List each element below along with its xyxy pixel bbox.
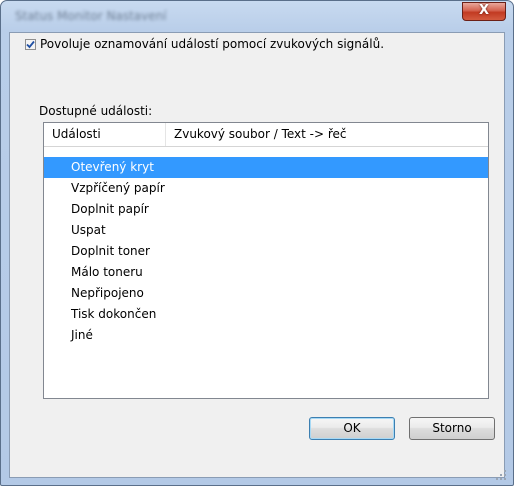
list-item[interactable]: Vzpříčený papír <box>44 178 488 199</box>
column-header-sound[interactable]: Zvukový soubor / Text -> řeč <box>166 123 488 146</box>
close-button[interactable]: X <box>462 2 506 21</box>
dialog-window: Status Monitor Nastavení X Povoluje ozna… <box>0 0 514 486</box>
events-list[interactable]: Události Zvukový soubor / Text -> řeč Ot… <box>43 122 489 399</box>
window-title: Status Monitor Nastavení <box>15 9 167 23</box>
list-item[interactable]: Tisk dokončen <box>44 304 488 325</box>
notify-checkbox-row[interactable]: Povoluje oznamování událostí pomocí zvuk… <box>25 37 384 51</box>
list-item[interactable]: Doplnit toner <box>44 241 488 262</box>
list-item[interactable]: Doplnit papír <box>44 199 488 220</box>
list-item[interactable]: Otevřený kryt <box>44 157 488 178</box>
close-icon: X <box>478 3 490 18</box>
notify-checkbox-label: Povoluje oznamování událostí pomocí zvuk… <box>40 37 385 51</box>
resize-grip-icon[interactable] <box>495 469 507 481</box>
list-item[interactable]: Uspat <box>44 220 488 241</box>
list-item[interactable]: Jiné <box>44 325 488 346</box>
list-header: Události Zvukový soubor / Text -> řeč <box>44 123 488 147</box>
notify-checkbox[interactable] <box>25 38 36 50</box>
available-events-label: Dostupné události: <box>39 104 153 118</box>
checkmark-icon <box>26 40 35 48</box>
list-item[interactable]: Málo toneru <box>44 262 488 283</box>
cancel-button[interactable]: Storno <box>409 417 495 440</box>
ok-button[interactable]: OK <box>309 417 395 440</box>
column-header-events[interactable]: Události <box>44 123 166 146</box>
list-rows: Otevřený kryt Vzpříčený papír Doplnit pa… <box>44 157 488 346</box>
list-item[interactable]: Nepřipojeno <box>44 283 488 304</box>
title-bar[interactable]: Status Monitor Nastavení X <box>1 1 513 33</box>
